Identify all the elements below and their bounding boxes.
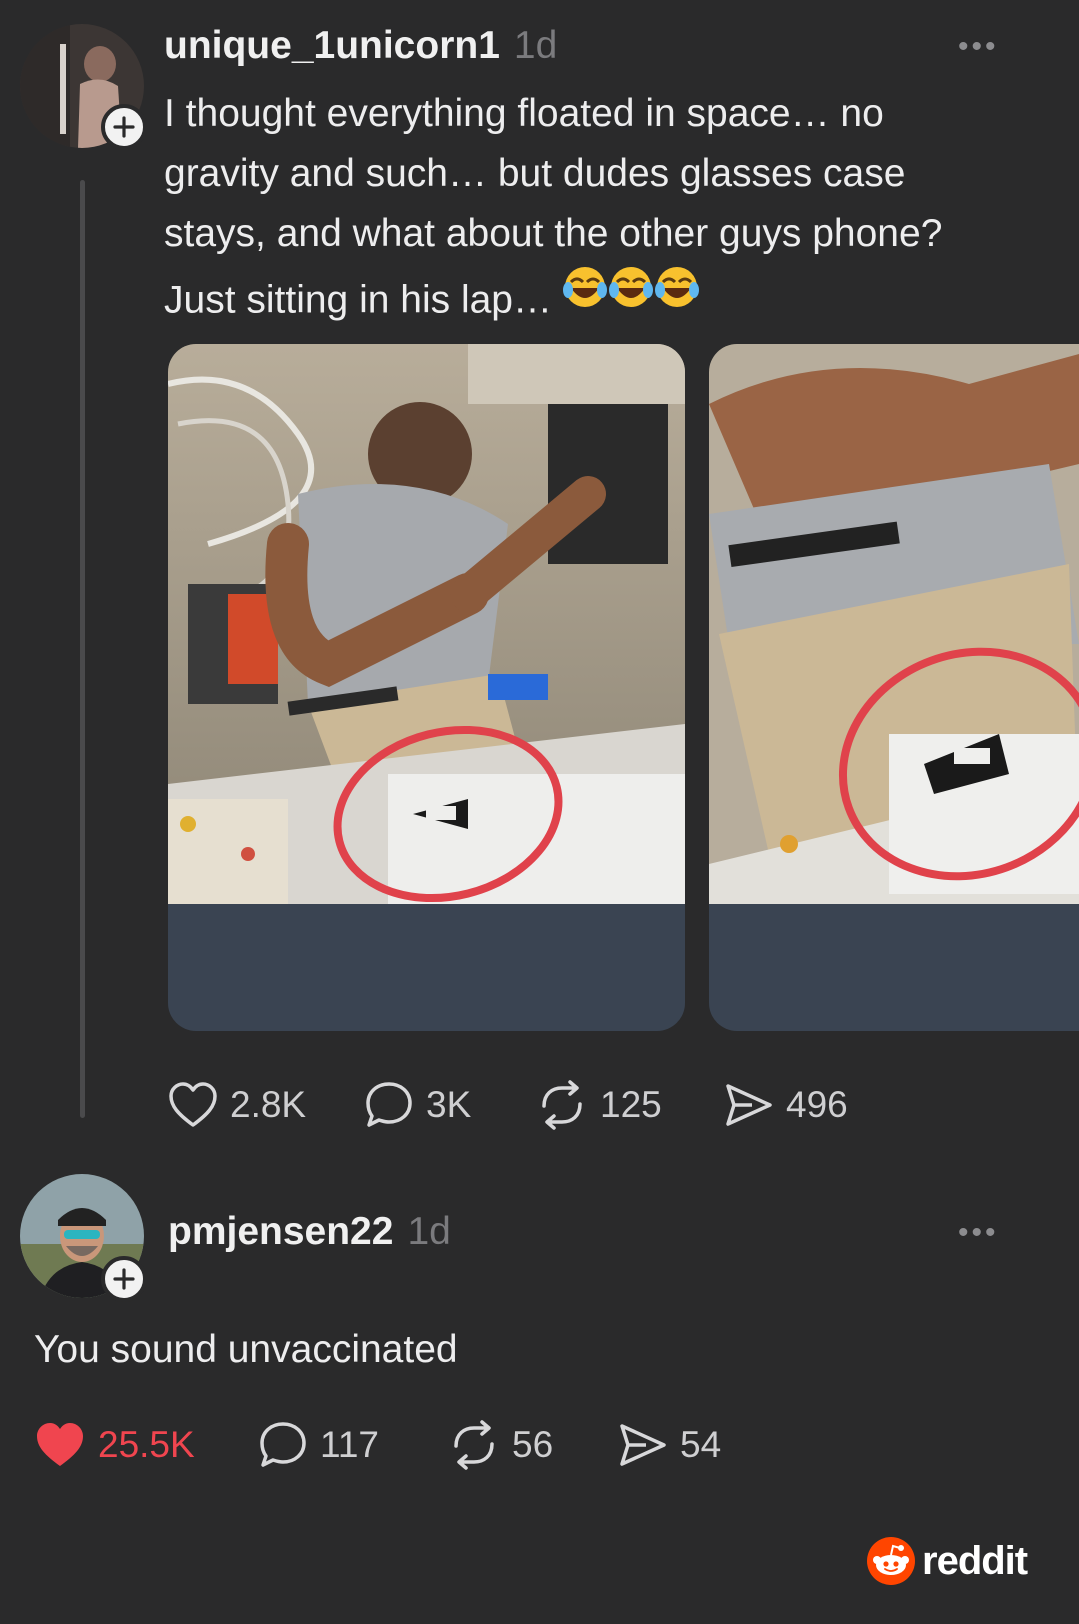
send-icon	[620, 1424, 666, 1466]
post-text-line: gravity and such… but dudes glasses case	[164, 152, 906, 195]
repost-button[interactable]: 125	[536, 1080, 724, 1130]
reply-like-button[interactable]: 25.5K	[34, 1420, 258, 1470]
laughing-emoji-group	[562, 264, 703, 340]
share-count: 496	[786, 1084, 848, 1125]
thread-line	[80, 180, 85, 1118]
share-button[interactable]: 496	[724, 1080, 874, 1130]
follow-plus-button[interactable]	[101, 104, 147, 150]
laughing-crying-face-icon	[562, 267, 699, 307]
post-text-line: Just sitting in his lap…	[164, 264, 1064, 340]
reply-username[interactable]: pmjensen22	[168, 1210, 393, 1253]
reply-share-button[interactable]: 54	[618, 1420, 748, 1470]
comment-button[interactable]: 3K	[364, 1080, 536, 1130]
reply-actions: 25.5K 117 56 54	[34, 1420, 748, 1470]
reply-repost-button[interactable]: 56	[448, 1420, 618, 1470]
like-count: 2.8K	[230, 1084, 307, 1125]
post-text: I thought everything floated in space… n…	[164, 84, 1064, 340]
post-username[interactable]: unique_1unicorn1	[164, 24, 500, 67]
comment-count: 3K	[426, 1084, 472, 1125]
repost-icon	[454, 1420, 494, 1470]
plus-icon	[113, 116, 135, 138]
post-actions: 2.8K 3K 125 496	[168, 1080, 874, 1130]
post-more-menu-icon[interactable]: •••	[958, 30, 999, 64]
reddit-logo-icon	[867, 1537, 915, 1585]
heart-filled-icon	[37, 1423, 83, 1466]
reply-follow-plus-button[interactable]	[101, 1256, 147, 1302]
reply-header: pmjensen22 1d	[168, 1210, 451, 1254]
like-button[interactable]: 2.8K	[168, 1080, 364, 1130]
reddit-watermark: reddit	[866, 1536, 1028, 1586]
reply-comment-button[interactable]: 117	[258, 1420, 448, 1470]
post-header: unique_1unicorn1 1d	[164, 24, 557, 68]
reply-like-count: 25.5K	[98, 1424, 195, 1465]
heart-icon	[169, 1082, 217, 1127]
reply-text: You sound unvaccinated	[34, 1328, 458, 1371]
reply-comment-count: 117	[320, 1424, 379, 1465]
comment-icon	[260, 1422, 306, 1467]
post-timestamp: 1d	[513, 24, 558, 67]
post-text-line: stays, and what about the other guys pho…	[164, 212, 943, 255]
post-text-line-last: Just sitting in his lap…	[164, 278, 553, 322]
reddit-wordmark: reddit	[922, 1538, 1028, 1583]
post-image-1[interactable]	[168, 344, 685, 1031]
repost-count: 125	[600, 1084, 662, 1125]
post-image-2[interactable]	[709, 344, 1079, 1031]
reply-share-count: 54	[680, 1424, 722, 1465]
post-text-line: I thought everything floated in space… n…	[164, 92, 884, 135]
reply-more-menu-icon[interactable]: •••	[958, 1216, 999, 1250]
repost-icon	[542, 1080, 582, 1130]
send-icon	[726, 1084, 772, 1126]
comment-icon	[366, 1082, 412, 1127]
reply-timestamp: 1d	[407, 1210, 451, 1253]
reply-repost-count: 56	[512, 1424, 554, 1465]
plus-icon	[113, 1268, 135, 1290]
